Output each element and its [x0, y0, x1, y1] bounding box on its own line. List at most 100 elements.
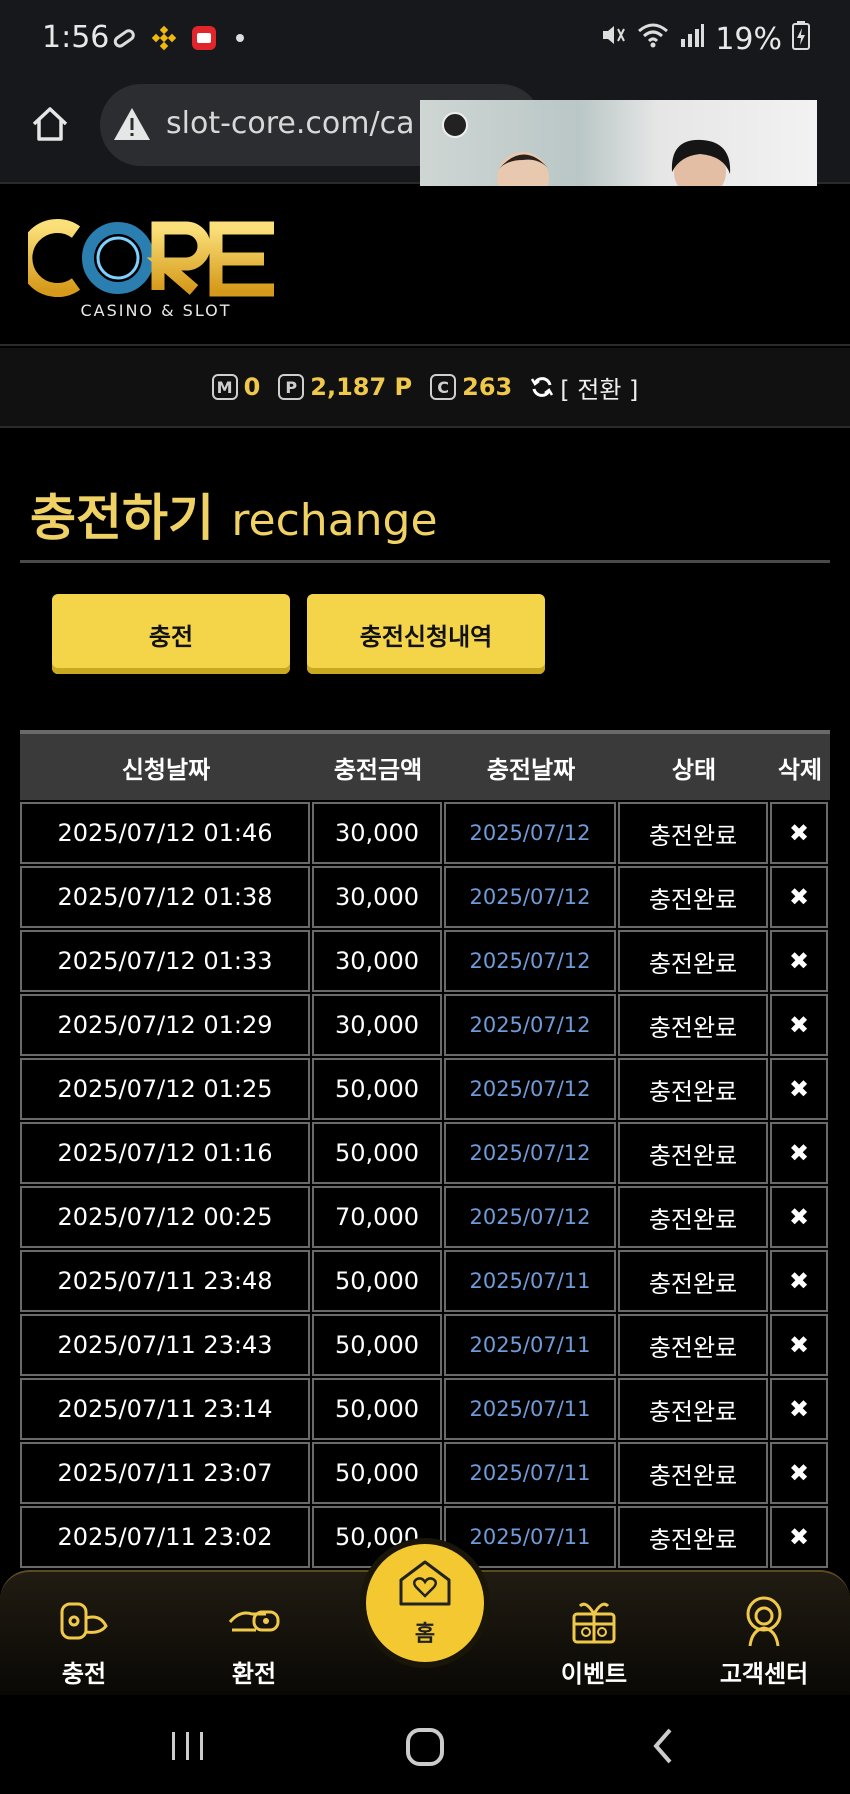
nav-support[interactable]: 고객센터 [704, 1592, 824, 1689]
table-row: 2025/07/12 01:33 30,000 2025/07/12 충전완료 … [20, 930, 830, 994]
request-date-cell: 2025/07/11 23:02 [20, 1506, 310, 1568]
binance-icon [150, 24, 178, 52]
delete-icon[interactable]: ✖ [770, 1058, 828, 1120]
status-cell: 충전완료 [618, 930, 768, 992]
amount-cell: 30,000 [312, 866, 442, 928]
delete-icon[interactable]: ✖ [770, 930, 828, 992]
coin-value: 263 [462, 373, 513, 401]
request-date-cell: 2025/07/12 01:25 [20, 1058, 310, 1120]
request-date-cell: 2025/07/12 01:46 [20, 802, 310, 864]
delete-icon[interactable]: ✖ [770, 1378, 828, 1440]
android-home-icon[interactable] [404, 1726, 446, 1768]
request-date-cell: 2025/07/11 23:43 [20, 1314, 310, 1376]
nav-home-label: 홈 [414, 1622, 436, 1647]
nav-exchange[interactable]: 환전 [194, 1592, 314, 1689]
request-date-cell: 2025/07/12 01:38 [20, 866, 310, 928]
url-text[interactable]: slot-core.com/cas [166, 106, 416, 141]
charge-date-cell: 2025/07/12 [444, 1122, 616, 1184]
nav-charge-label: 충전 [61, 1660, 107, 1688]
header-delete: 삭제 [777, 755, 823, 784]
charge-history-table: 2025/07/12 01:46 30,000 2025/07/12 충전완료 … [20, 802, 830, 1570]
status-cell: 충전완료 [618, 1442, 768, 1504]
logo-subtitle: CASINO & SLOT [80, 301, 231, 320]
convert-button[interactable]: [ 전환 ] [530, 370, 638, 405]
android-navigation-bar [0, 1696, 850, 1794]
status-time: 1:56 [42, 20, 110, 55]
app-notification-icon [190, 24, 218, 52]
home-icon [32, 107, 68, 141]
nav-home-button[interactable]: 홈 [360, 1538, 490, 1668]
point-icon: P [278, 374, 305, 400]
table-row: 2025/07/12 01:46 30,000 2025/07/12 충전완료 … [20, 802, 830, 866]
table-row: 2025/07/12 00:25 70,000 2025/07/12 충전완료 … [20, 1186, 830, 1250]
battery-icon [792, 20, 810, 58]
delete-icon[interactable]: ✖ [770, 866, 828, 928]
delete-icon[interactable]: ✖ [770, 1250, 828, 1312]
request-date-cell: 2025/07/11 23:48 [20, 1250, 310, 1312]
delete-icon[interactable]: ✖ [770, 994, 828, 1056]
request-date-cell: 2025/07/12 01:16 [20, 1122, 310, 1184]
charge-date-cell: 2025/07/11 [444, 1314, 616, 1376]
request-date-cell: 2025/07/12 01:29 [20, 994, 310, 1056]
back-icon[interactable] [648, 1726, 678, 1766]
title-divider [20, 560, 830, 563]
point-value: 2,187 P [310, 373, 413, 401]
refresh-icon [531, 377, 554, 397]
mute-icon [599, 21, 627, 57]
site-header: CASINO & SLOT [0, 186, 850, 346]
table-row: 2025/07/12 01:38 30,000 2025/07/12 충전완료 … [20, 866, 830, 930]
charge-date-cell: 2025/07/11 [444, 1442, 616, 1504]
amount-cell: 50,000 [312, 1314, 442, 1376]
charge-tab-button[interactable]: 충전 [52, 594, 290, 674]
delete-icon[interactable]: ✖ [770, 1314, 828, 1376]
delete-icon[interactable]: ✖ [770, 1186, 828, 1248]
charge-date-cell: 2025/07/12 [444, 1186, 616, 1248]
page-title-korean: 충전하기 [30, 489, 214, 547]
coin-icon: C [430, 374, 457, 400]
status-cell: 충전완료 [618, 994, 768, 1056]
browser-home-button[interactable] [28, 102, 72, 146]
charge-history-tab-button[interactable]: 충전신청내역 [307, 594, 545, 674]
status-cell: 충전완료 [618, 866, 768, 928]
status-cell: 충전완료 [618, 1058, 768, 1120]
charge-date-cell: 2025/07/12 [444, 1058, 616, 1120]
charge-date-cell: 2025/07/12 [444, 994, 616, 1056]
home-heart-icon [399, 1560, 451, 1606]
delete-icon[interactable]: ✖ [770, 802, 828, 864]
table-row: 2025/07/11 23:14 50,000 2025/07/11 충전완료 … [20, 1378, 830, 1442]
wifi-icon [637, 21, 669, 57]
request-date-cell: 2025/07/11 23:14 [20, 1378, 310, 1440]
amount-cell: 50,000 [312, 1378, 442, 1440]
link-icon [110, 24, 138, 52]
header-request-date: 신청날짜 [121, 755, 211, 784]
more-notifications-dot [236, 34, 244, 42]
nav-event[interactable]: 이벤트 [534, 1592, 654, 1689]
page-title-english: rechange [231, 495, 438, 546]
delete-icon[interactable]: ✖ [770, 1442, 828, 1504]
request-date-cell: 2025/07/11 23:07 [20, 1442, 310, 1504]
table-row: 2025/07/12 01:25 50,000 2025/07/12 충전완료 … [20, 1058, 830, 1122]
charge-date-cell: 2025/07/11 [444, 1250, 616, 1312]
core-casino-logo[interactable]: CASINO & SLOT [28, 210, 284, 322]
status-cell: 충전완료 [618, 1314, 768, 1376]
table-row: 2025/07/11 23:07 50,000 2025/07/11 충전완료 … [20, 1442, 830, 1506]
coin-balance: C 263 [430, 373, 512, 401]
system-status: 19% [599, 20, 810, 58]
status-cell: 충전완료 [618, 1186, 768, 1248]
not-secure-warning-icon[interactable] [112, 106, 152, 142]
table-row: 2025/07/12 01:29 30,000 2025/07/12 충전완료 … [20, 994, 830, 1058]
charge-icon [60, 1602, 108, 1640]
status-cell: 충전완료 [618, 1250, 768, 1312]
amount-cell: 30,000 [312, 930, 442, 992]
recent-apps-icon[interactable] [168, 1726, 208, 1766]
delete-icon[interactable]: ✖ [770, 1122, 828, 1184]
charge-date-cell: 2025/07/12 [444, 866, 616, 928]
delete-icon[interactable]: ✖ [770, 1506, 828, 1568]
money-balance: M 0 [211, 373, 260, 401]
status-cell: 충전완료 [618, 1378, 768, 1440]
charge-date-cell: 2025/07/12 [444, 802, 616, 864]
point-balance: P 2,187 P [278, 373, 412, 401]
table-row: 2025/07/12 01:16 50,000 2025/07/12 충전완료 … [20, 1122, 830, 1186]
amount-cell: 30,000 [312, 802, 442, 864]
nav-charge[interactable]: 충전 [24, 1592, 144, 1689]
